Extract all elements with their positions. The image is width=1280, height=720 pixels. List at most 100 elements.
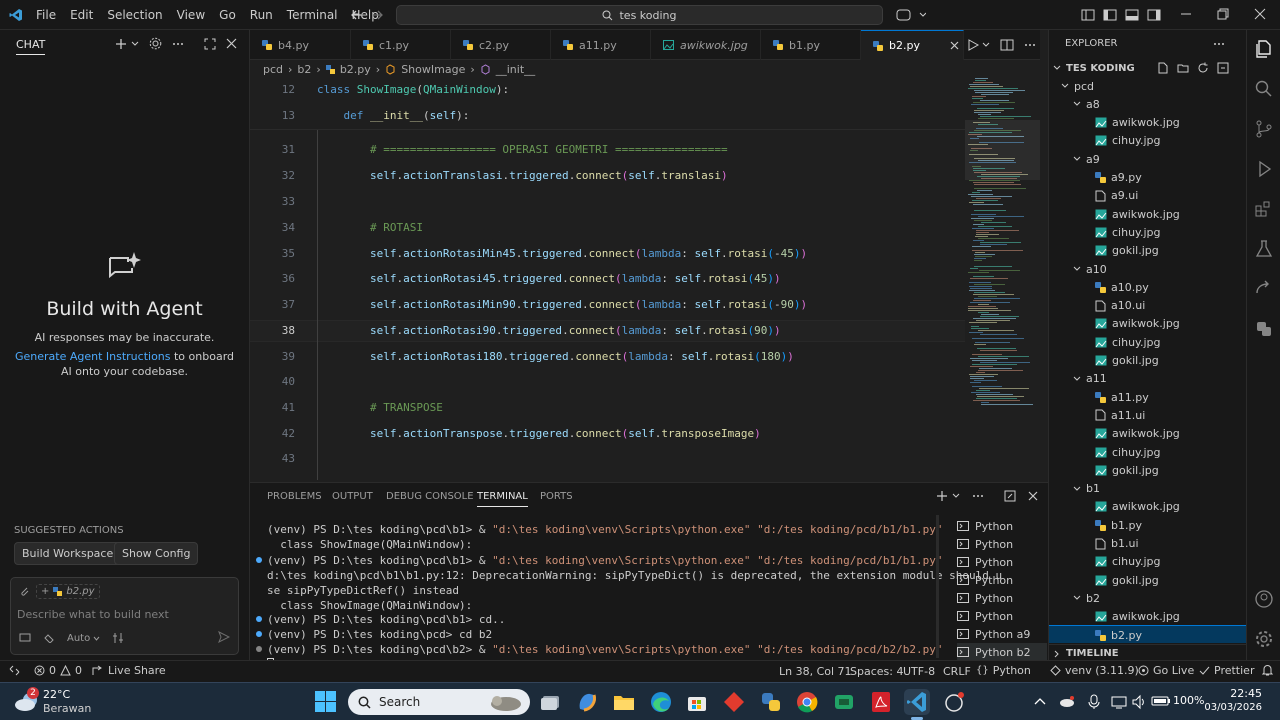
show-config-button[interactable]: Show Config [114,542,199,565]
tools-icon[interactable] [43,633,55,643]
chevron-down-icon[interactable] [131,40,139,48]
terminal-instance[interactable]: Python [957,571,1047,589]
tree-file[interactable]: awikwok.jpg [1049,498,1247,516]
chat-input[interactable]: Describe what to build next [17,608,169,621]
tree-file[interactable]: a11.ui [1049,406,1247,424]
breadcrumb-method[interactable]: __init__ [496,63,535,76]
code-line[interactable]: 35 self.actionRotasiMin45.triggered.conn… [250,244,965,264]
code-line[interactable]: 32 self.actionTranslasi.triggered.connec… [250,166,965,186]
forward-arrow-icon[interactable] [371,8,385,22]
python-extension-icon[interactable] [1254,319,1274,339]
python-app-icon[interactable] [758,689,784,715]
breadcrumb-file[interactable]: b2.py [340,63,371,76]
configure-tools-icon[interactable] [112,632,124,644]
more-actions-icon[interactable] [1024,39,1036,51]
explorer-files-icon[interactable] [1254,39,1274,59]
chrome-browser-icon[interactable] [794,689,820,715]
copilot-app-icon[interactable] [574,689,600,715]
language-mode[interactable]: {} Python [976,664,1031,677]
terminal-instance[interactable]: Python [957,607,1047,625]
minimap[interactable] [965,78,1040,482]
toggle-panel-icon[interactable] [1125,8,1139,22]
restore-icon[interactable] [1217,8,1229,20]
code-line[interactable]: 43 [250,449,965,469]
file-explorer-icon[interactable] [611,689,637,715]
menu-run[interactable]: Run [243,0,280,30]
copilot-icon[interactable] [896,8,926,22]
tab-awikwok-jpg[interactable]: awikwok.jpg [651,30,761,60]
tree-file[interactable]: a9.py [1049,169,1247,187]
back-arrow-icon[interactable] [349,8,363,22]
tree-file[interactable]: cihuy.jpg [1049,553,1247,571]
tree-file[interactable]: a10.py [1049,278,1247,296]
tree-file[interactable]: gokil.jpg [1049,461,1247,479]
tree-file[interactable]: a9.ui [1049,187,1247,205]
new-folder-icon[interactable] [1177,62,1189,74]
recording-app-icon[interactable] [941,689,967,715]
tree-folder[interactable]: a11 [1049,370,1247,388]
toggle-primary-sidebar-icon[interactable] [1103,8,1117,22]
code-line[interactable]: 36 self.actionRotasi45.triggered.connect… [250,269,965,289]
tree-file[interactable]: awikwok.jpg [1049,114,1247,132]
end-of-line[interactable]: CRLF [943,665,971,678]
problems-status[interactable]: 0 0 [34,664,82,677]
gear-icon[interactable] [1254,629,1274,649]
tree-file[interactable]: gokil.jpg [1049,571,1247,589]
tab-b2-py[interactable]: b2.py [861,30,964,60]
indentation[interactable]: Spaces: 4 [850,665,903,678]
tree-file[interactable]: a10.ui [1049,297,1247,315]
tree-file[interactable]: b1.ui [1049,535,1247,553]
go-live-button[interactable]: Go Live [1138,664,1194,677]
remote-indicator-icon[interactable] [9,665,20,676]
refresh-icon[interactable] [1197,62,1209,74]
code-line[interactable]: 38 self.actionRotasi90.triggered.connect… [250,320,965,342]
edge-browser-icon[interactable] [648,689,674,715]
clock-date[interactable]: 03/03/2026 [1202,702,1262,713]
new-chat-icon[interactable] [115,38,127,50]
account-icon[interactable] [1254,589,1274,609]
menu-go[interactable]: Go [212,0,243,30]
prettier-status[interactable]: Prettier [1199,664,1254,677]
menu-terminal[interactable]: Terminal [280,0,345,30]
breadcrumb-class[interactable]: ShowImage [401,63,465,76]
tree-file[interactable]: gokil.jpg [1049,242,1247,260]
tree-file[interactable]: cihuy.jpg [1049,132,1247,150]
code-line[interactable]: 13 def __init__(self): [250,106,965,126]
tree-folder[interactable]: b2 [1049,589,1247,607]
minimize-icon[interactable] [1180,8,1192,20]
breadcrumb-b2[interactable]: b2 [297,63,311,76]
cursor-position[interactable]: Ln 38, Col 71 [779,665,852,678]
tree-folder[interactable]: b1 [1049,480,1247,498]
menu-file[interactable]: File [29,0,63,30]
encoding[interactable]: UTF-8 [903,665,935,678]
tab-a11-py[interactable]: a11.py [551,30,651,60]
gear-icon[interactable] [149,37,162,50]
tree-file[interactable]: cihuy.jpg [1049,223,1247,241]
network-icon[interactable] [1111,694,1127,710]
maximize-chat-icon[interactable] [204,38,216,50]
extensions-icon[interactable] [1254,199,1274,219]
tree-file[interactable]: b1.py [1049,516,1247,534]
tree-file[interactable]: cihuy.jpg [1049,333,1247,351]
terminal-instance[interactable]: Python [957,589,1047,607]
code-editor[interactable]: 12 class ShowImage(QMainWindow): 13 def __… [250,78,965,482]
tree-file[interactable]: awikwok.jpg [1049,315,1247,333]
cloud-sync-icon[interactable] [1059,695,1075,709]
send-icon[interactable] [218,631,230,643]
source-control-icon[interactable] [1254,119,1274,139]
weather-temperature[interactable]: 22°C [43,688,70,701]
tree-file[interactable]: awikwok.jpg [1049,425,1247,443]
close-window-icon[interactable] [1254,8,1266,20]
show-hidden-icons[interactable] [1034,696,1046,706]
code-line[interactable]: 42 self.actionTranspose.triggered.connec… [250,424,965,444]
vscode-app-icon[interactable] [904,689,930,715]
collapse-all-icon[interactable] [1217,62,1229,74]
terminal-instance[interactable]: Python [957,535,1047,553]
microsoft-store-icon[interactable] [684,689,710,715]
command-center-search[interactable]: tes koding [396,5,883,25]
split-editor-icon[interactable] [1000,38,1014,52]
code-line[interactable]: 34 # ROTASI [250,218,965,238]
more-actions-icon[interactable] [172,38,184,50]
code-line[interactable]: 31 # ================= OPERASI GEOMETRI … [250,140,965,160]
testing-icon[interactable] [1254,239,1274,259]
